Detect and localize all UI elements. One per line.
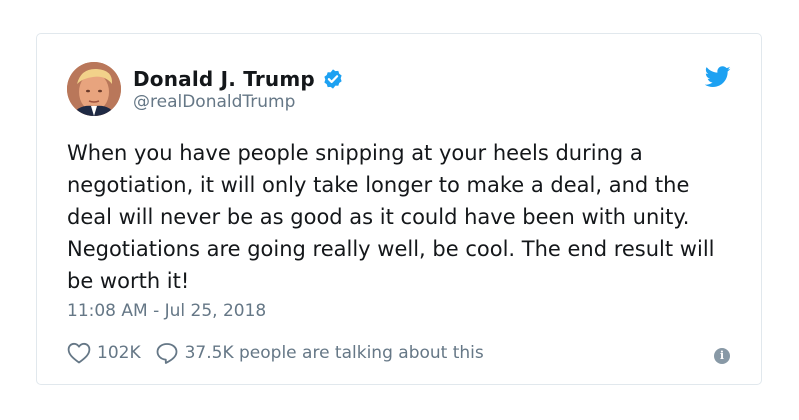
avatar-portrait [67, 62, 121, 116]
handle[interactable]: @realDonaldTrump [133, 92, 295, 112]
tweet-text: When you have people snipping at your he… [67, 141, 715, 293]
conversation-link[interactable]: 37.5K people are talking about this [155, 342, 484, 364]
like-button[interactable]: 102K [67, 342, 155, 364]
heart-icon [67, 342, 91, 364]
tweet-actions: 102K 37.5K people are talking about this [67, 342, 484, 364]
info-icon[interactable]: i [714, 348, 730, 364]
speech-bubble-icon [155, 342, 179, 364]
tweet-card: Donald J. Trump @realDonaldTrump When yo… [36, 33, 762, 385]
timestamp-link[interactable]: 11:08 AM - Jul 25, 2018 [67, 301, 266, 321]
twitter-bird-icon[interactable] [704, 66, 731, 88]
author-name-row[interactable]: Donald J. Trump [133, 65, 344, 93]
like-count: 102K [97, 343, 141, 363]
display-name[interactable]: Donald J. Trump [133, 67, 315, 91]
avatar[interactable] [67, 62, 121, 116]
conversation-text: 37.5K people are talking about this [184, 343, 484, 363]
verified-badge-icon [322, 68, 344, 90]
